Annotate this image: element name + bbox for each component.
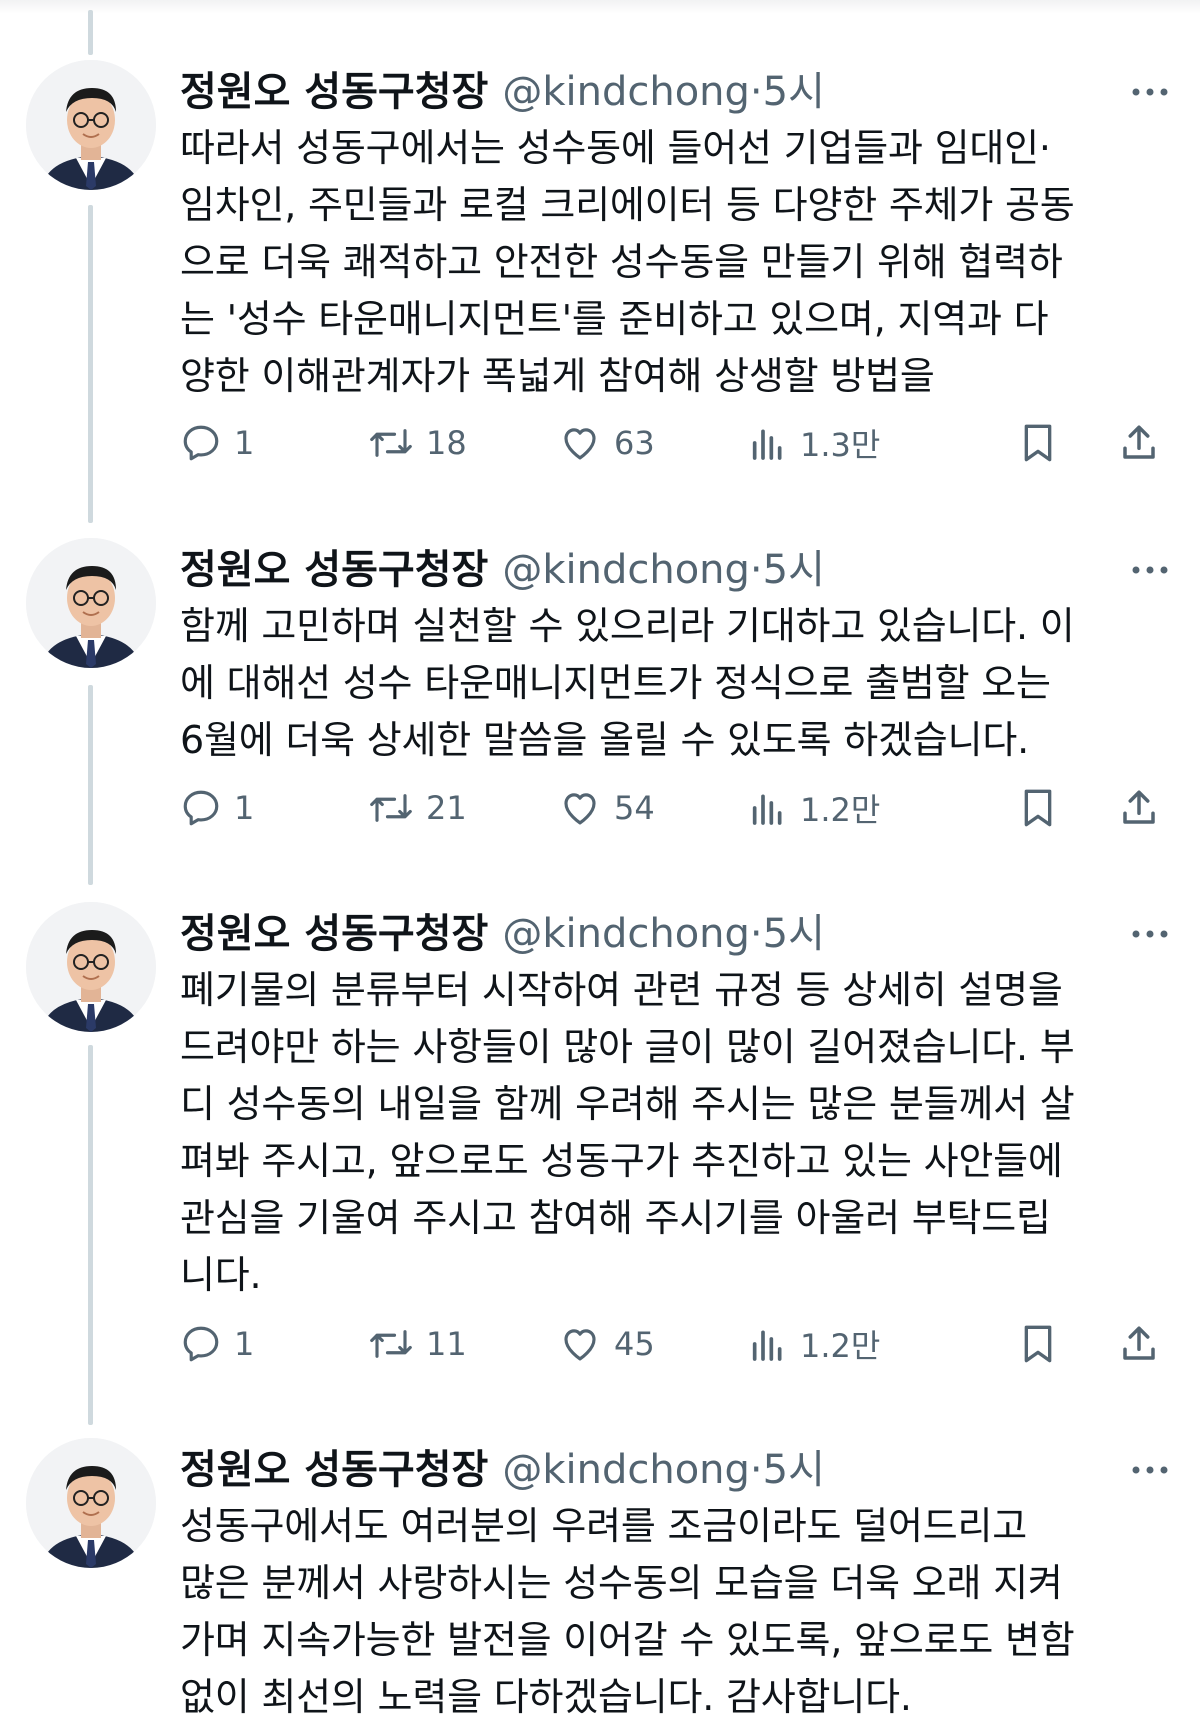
- action-bar: 1 11 45 1.2만: [180, 1316, 1170, 1372]
- bookmark-button[interactable]: [1018, 415, 1058, 471]
- timestamp[interactable]: 5시: [763, 69, 825, 115]
- views-icon: [748, 788, 788, 828]
- timestamp[interactable]: 5시: [763, 911, 825, 957]
- bookmark-button[interactable]: [1018, 780, 1058, 836]
- view-count: 1.2만: [800, 1327, 881, 1365]
- views-button[interactable]: 1.2만: [748, 1316, 880, 1372]
- heart-icon: [558, 1323, 602, 1365]
- avatar[interactable]: [26, 902, 156, 1032]
- like-button[interactable]: 54: [558, 780, 655, 836]
- share-button[interactable]: [1118, 415, 1160, 471]
- tweet-header: 정원오 성동구청장 @kindchong·5시: [180, 542, 825, 598]
- more-icon[interactable]: [1130, 84, 1170, 98]
- avatar[interactable]: [26, 60, 156, 190]
- timestamp[interactable]: 5시: [763, 547, 825, 593]
- retweet-icon: [368, 422, 414, 464]
- bookmark-icon: [1018, 786, 1058, 830]
- author-handle[interactable]: @kindchong: [502, 911, 750, 957]
- action-bar: 1 18 63 1.3만: [180, 415, 1170, 471]
- separator-dot: ·: [749, 1447, 763, 1493]
- like-count: 45: [614, 1325, 655, 1363]
- author-name[interactable]: 정원오 성동구청장: [180, 69, 488, 115]
- like-button[interactable]: 45: [558, 1316, 655, 1372]
- views-icon: [748, 1324, 788, 1364]
- like-count: 54: [614, 789, 655, 827]
- author-handle[interactable]: @kindchong: [502, 547, 750, 593]
- bookmark-button[interactable]: [1018, 1316, 1058, 1372]
- retweet-count: 21: [426, 789, 467, 827]
- reply-icon: [180, 1323, 222, 1365]
- heart-icon: [558, 422, 602, 464]
- view-count: 1.2만: [800, 791, 881, 829]
- thread-line: [88, 1045, 93, 1425]
- retweet-button[interactable]: 18: [368, 415, 467, 471]
- more-icon[interactable]: [1130, 926, 1170, 940]
- bookmark-icon: [1018, 421, 1058, 465]
- tweet-header: 정원오 성동구청장 @kindchong·5시: [180, 1442, 825, 1498]
- tweet-text: 성동구에서도 여러분의 우려를 조금이라도 덜어드리고 많은 분께서 사랑하시는…: [180, 1504, 1075, 1719]
- author-name[interactable]: 정원오 성동구청장: [180, 547, 488, 593]
- thread-line: [88, 10, 93, 55]
- separator-dot: ·: [749, 69, 763, 115]
- author-name[interactable]: 정원오 성동구청장: [180, 1447, 488, 1493]
- separator-dot: ·: [749, 911, 763, 957]
- share-icon: [1118, 422, 1160, 464]
- action-bar: 1 21 54 1.2만: [180, 780, 1170, 836]
- tweet-text: 따라서 성동구에서는 성수동에 들어선 기업들과 임대인· 임차인, 주민들과 …: [180, 126, 1075, 398]
- share-icon: [1118, 787, 1160, 829]
- thread-line: [88, 205, 93, 523]
- tweet-text: 함께 고민하며 실천할 수 있으리라 기대하고 있습니다. 이 에 대해선 성수…: [180, 604, 1075, 762]
- more-icon[interactable]: [1130, 562, 1170, 576]
- retweet-icon: [368, 787, 414, 829]
- heart-icon: [558, 787, 602, 829]
- avatar[interactable]: [26, 1438, 156, 1568]
- share-button[interactable]: [1118, 780, 1160, 836]
- tweet-header: 정원오 성동구청장 @kindchong·5시: [180, 906, 825, 962]
- retweet-count: 18: [426, 424, 467, 462]
- tweet-header: 정원오 성동구청장 @kindchong·5시: [180, 64, 825, 120]
- thread-line: [88, 685, 93, 885]
- reply-count: 1: [234, 789, 255, 827]
- reply-count: 1: [234, 424, 255, 462]
- reply-icon: [180, 787, 222, 829]
- views-icon: [748, 423, 788, 463]
- like-count: 63: [614, 424, 655, 462]
- author-name[interactable]: 정원오 성동구청장: [180, 911, 488, 957]
- reply-count: 1: [234, 1325, 255, 1363]
- like-button[interactable]: 63: [558, 415, 655, 471]
- retweet-icon: [368, 1323, 414, 1365]
- retweet-count: 11: [426, 1325, 467, 1363]
- avatar[interactable]: [26, 538, 156, 668]
- more-icon[interactable]: [1130, 1462, 1170, 1476]
- author-handle[interactable]: @kindchong: [502, 1447, 750, 1493]
- reply-icon: [180, 422, 222, 464]
- author-handle[interactable]: @kindchong: [502, 69, 750, 115]
- share-icon: [1118, 1323, 1160, 1365]
- reply-button[interactable]: 1: [180, 415, 254, 471]
- reply-button[interactable]: 1: [180, 780, 254, 836]
- timestamp[interactable]: 5시: [763, 1447, 825, 1493]
- bookmark-icon: [1018, 1322, 1058, 1366]
- reply-button[interactable]: 1: [180, 1316, 254, 1372]
- share-button[interactable]: [1118, 1316, 1160, 1372]
- retweet-button[interactable]: 11: [368, 1316, 467, 1372]
- views-button[interactable]: 1.2만: [748, 780, 880, 836]
- views-button[interactable]: 1.3만: [748, 415, 880, 471]
- separator-dot: ·: [749, 547, 763, 593]
- retweet-button[interactable]: 21: [368, 780, 467, 836]
- top-edge-shadow: [0, 0, 1200, 14]
- tweet-text: 폐기물의 분류부터 시작하여 관련 규정 등 상세히 설명을 드려야만 하는 사…: [180, 968, 1075, 1297]
- view-count: 1.3만: [800, 426, 881, 464]
